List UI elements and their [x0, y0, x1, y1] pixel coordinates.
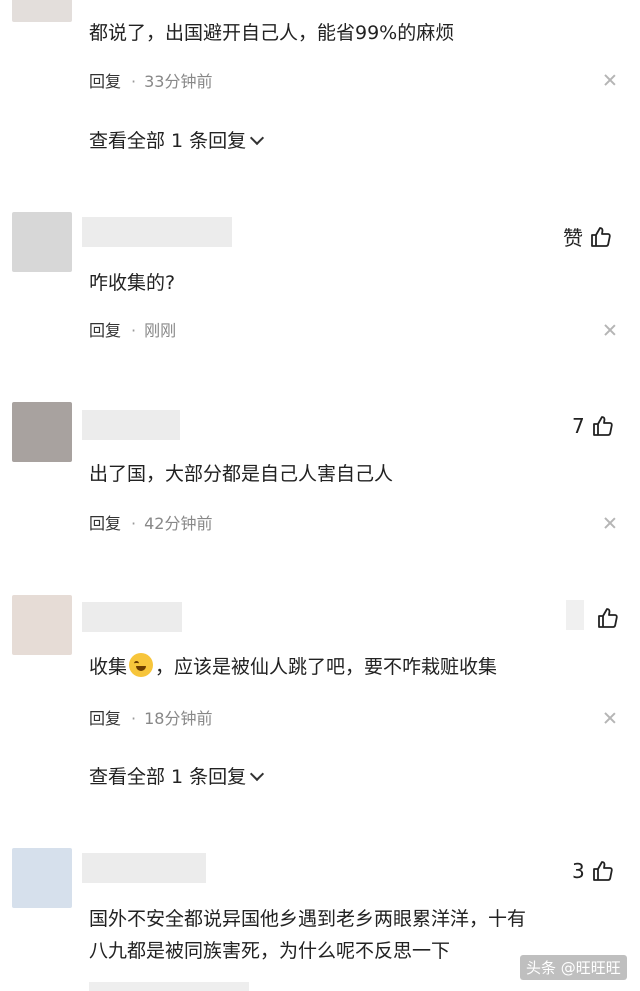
like-button[interactable]	[596, 606, 620, 630]
comment-text: 都说了，出国避开自己人，能省99%的麻烦	[89, 22, 455, 44]
cut-off-meta-row	[89, 982, 249, 991]
reply-button[interactable]: 回复	[89, 72, 121, 91]
comment-meta: 回复 · 刚刚	[89, 321, 177, 340]
comment-meta: 回复 · 33分钟前	[89, 72, 213, 91]
laughing-emoji-icon	[129, 653, 154, 677]
comment-text-part: ，应该是被仙人跳了吧，要不咋栽赃收集	[155, 656, 498, 678]
thumbs-up-icon	[592, 416, 613, 436]
avatar[interactable]	[12, 212, 72, 272]
comment-meta: 回复 · 42分钟前	[89, 514, 213, 533]
like-count: 3	[572, 859, 585, 883]
like-label: 赞	[563, 226, 583, 250]
view-replies-link[interactable]: 查看全部 1 条回复	[89, 762, 265, 789]
close-icon[interactable]	[603, 516, 617, 530]
watermark: 头条 @旺旺旺	[520, 955, 627, 980]
avatar[interactable]	[12, 0, 72, 22]
comment-meta: 回复 · 18分钟前	[89, 709, 213, 728]
like-button[interactable]: 7	[572, 414, 615, 438]
thumbs-up-icon	[592, 861, 613, 881]
comment-text: 咋收集的?	[89, 272, 176, 294]
view-replies-label: 查看全部 1 条回复	[89, 766, 247, 788]
like-count-placeholder	[566, 600, 584, 630]
thumbs-up-icon	[591, 226, 611, 247]
reply-button[interactable]: 回复	[89, 514, 121, 533]
comment-text-part: 收集	[89, 656, 128, 678]
comment-text: 出了国，大部分都是自己人害自己人	[89, 463, 394, 485]
comment-text: 收集 ，应该是被仙人跳了吧，要不咋栽赃收集	[89, 652, 497, 679]
thumbs-up-icon	[598, 608, 618, 628]
like-button[interactable]: 赞	[563, 222, 613, 251]
chevron-down-icon	[250, 130, 265, 146]
timestamp: 刚刚	[144, 321, 177, 340]
close-icon[interactable]	[603, 711, 617, 725]
like-button[interactable]: 3	[572, 859, 615, 883]
username-placeholder[interactable]	[82, 602, 182, 632]
chevron-down-icon	[250, 766, 265, 782]
view-replies-label: 查看全部 1 条回复	[89, 130, 247, 152]
timestamp: 18分钟前	[144, 709, 213, 728]
close-icon[interactable]	[603, 73, 617, 87]
comment-text-line: 八九都是被同族害死，为什么呢不反思一下	[89, 940, 451, 962]
like-count: 7	[572, 414, 585, 438]
avatar[interactable]	[12, 848, 72, 908]
avatar[interactable]	[12, 402, 72, 462]
close-icon[interactable]	[603, 323, 617, 337]
reply-button[interactable]: 回复	[89, 709, 121, 728]
timestamp: 33分钟前	[144, 72, 213, 91]
avatar[interactable]	[12, 595, 72, 655]
username-placeholder[interactable]	[82, 410, 180, 440]
view-replies-link[interactable]: 查看全部 1 条回复	[89, 126, 265, 153]
username-placeholder[interactable]	[82, 217, 232, 247]
username-placeholder[interactable]	[82, 853, 206, 883]
timestamp: 42分钟前	[144, 514, 213, 533]
reply-button[interactable]: 回复	[89, 321, 121, 340]
comment-text-line: 国外不安全都说异国他乡遇到老乡两眼累洋洋，十有	[89, 908, 527, 930]
